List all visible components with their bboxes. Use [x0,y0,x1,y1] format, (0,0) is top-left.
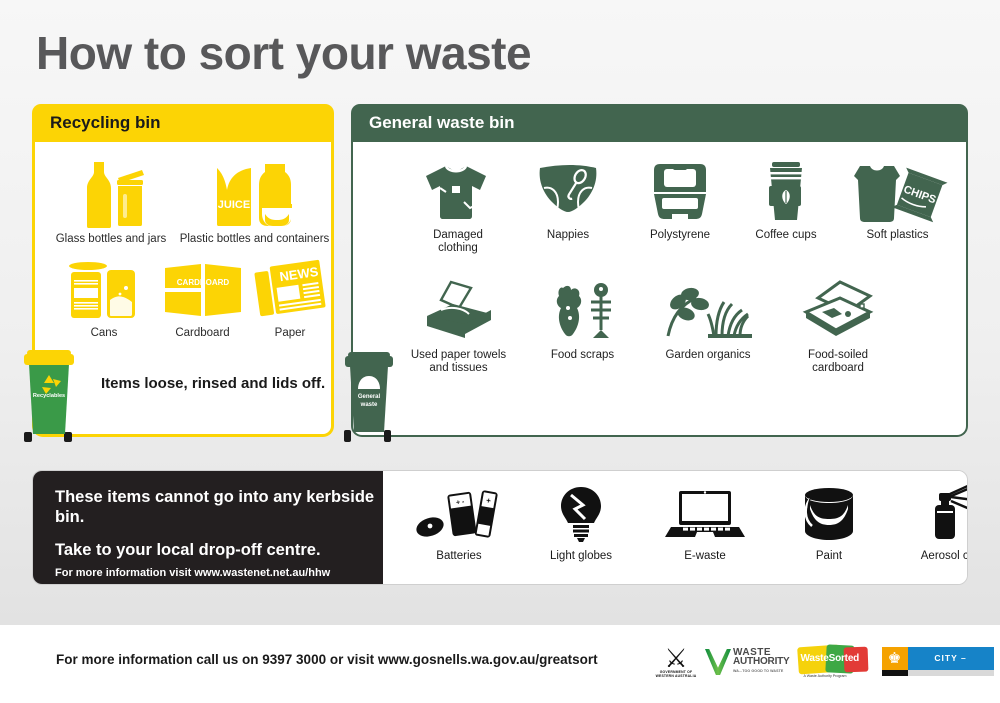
recycling-item-label: Plastic bottles and containers [179,233,330,245]
wa-government-logo: ⚔ GOVERNMENT OF WESTERN AUSTRALIA [655,642,697,679]
recycling-note: Items loose, rinsed and lids off. [101,375,326,392]
waste-authority-logo: WASTE AUTHORITY WA...TOO GOOD TO WASTE [705,648,790,677]
recycling-panel-header: Recycling bin [32,104,334,142]
gosnells-wordmark: CITY – GOSNELLS [907,647,994,686]
batteries-icon: + - + [399,481,519,545]
drop-off-line3: For more information visit www.wastenet.… [55,567,331,579]
general-waste-bin-panel: General waste bin Damaged clothing Nappi… [351,104,968,439]
polystyrene-container-icon [625,152,735,224]
food-soiled-pizza-box-icon [773,272,903,344]
general-item-label: Coffee cups [755,229,817,241]
recycling-item-plastic: JUICE Plastic bottles and containers [177,156,332,246]
tissue-box-icon [391,272,526,344]
dropoff-item-label: E-waste [684,550,726,562]
plastic-bottle-and-juice-carton-icon: JUICE [177,156,332,228]
general-item-nappies: Nappies [513,152,623,242]
soft-plastics-icon: CHIPS [835,152,960,224]
general-item-label: Garden organics [665,349,751,361]
footer-contact-text: For more information call us on 9397 300… [56,652,598,667]
waste-authority-line2: AUTHORITY [733,656,790,668]
drop-off-line1: These items cannot go into any kerbside … [55,488,375,526]
wastesorted-tagline: A Waste Authority Program [803,674,847,678]
waste-authority-tagline: WA...TOO GOOD TO WASTE [733,668,784,673]
general-item-clothing: Damaged clothing [403,152,513,255]
dropoff-item-label: Aerosol cans [920,550,967,562]
city-of-gosnells-logo: ♚ CITY – GOSNELLS [881,647,994,686]
paint-tin-icon [769,481,889,545]
food-scraps-icon [525,272,640,344]
nappies-icon [513,152,623,224]
recycling-item-label: Paper [274,327,306,339]
gosnells-crest-icon: ♚ [881,647,908,670]
dropoff-item-label: Paint [815,550,843,562]
general-item-garden-organics: Garden organics [643,272,773,362]
dropoff-item-label: Batteries [436,550,482,562]
drop-off-line2: Take to your local drop-off centre. [55,541,321,559]
waste-sorting-poster: How to sort your waste Recycling bin Gla… [0,0,1000,703]
laptop-ewaste-icon [641,481,769,545]
recycling-item-cardboard: CARDBOARD Cardboard [150,250,255,340]
cardboard-text: CARDBOARD [176,278,229,287]
dropoff-item-ewaste: E-waste [641,481,769,563]
recycling-item-cans: Cans [49,250,159,340]
cardboard-box-icon: CARDBOARD [150,250,255,322]
drop-off-items: + - + Batteries Light globes E-waste Pai… [383,471,967,584]
aerosol-can-icon [889,481,967,545]
general-item-paper-towels: Used paper towels and tissues [391,272,526,375]
juice-carton-text: JUICE [217,199,249,211]
general-item-label: Food-soiled cardboard [807,349,869,374]
glass-bottle-and-jar-icon [41,156,181,228]
gosnells-black-bar [881,670,908,676]
general-item-label: Nappies [546,229,590,241]
general-item-label: Food scraps [550,349,615,361]
general-bin-label-line2: waste [360,402,378,408]
waste-authority-v-icon [705,649,731,675]
wastesorted-wordmark: WasteSorted [800,653,860,664]
recycling-item-label: Glass bottles and jars [55,233,167,245]
recycling-bin-label: Recyclables [33,393,65,399]
general-item-label: Damaged clothing [433,229,483,254]
recycling-item-paper: NEWS Paper [245,250,335,340]
dropoff-item-aerosol: Aerosol cans [889,481,967,563]
garden-organics-icon [643,272,773,344]
wa-gov-line2: WESTERN AUSTRALIA [655,674,697,678]
dropoff-item-batteries: + - + Batteries [399,481,519,563]
page-title: How to sort your waste [36,27,532,79]
general-item-label: Soft plastics [866,229,929,241]
drop-off-strip: These items cannot go into any kerbside … [32,470,968,585]
footer-logos: ⚔ GOVERNMENT OF WESTERN AUSTRALIA WASTE … [655,642,994,686]
damaged-clothing-icon [403,152,513,224]
recycling-item-label: Cardboard [175,327,230,339]
drop-off-message-box: These items cannot go into any kerbside … [33,471,383,584]
dropoff-item-paint: Paint [769,481,889,563]
general-item-coffee-cups: Coffee cups [731,152,841,242]
general-bin-label-line1: General [358,394,381,400]
general-item-food-scraps: Food scraps [525,272,640,362]
newspaper-icon: NEWS [245,250,335,322]
dropoff-item-label: Light globes [549,550,613,562]
fish-bone-icon [590,283,611,338]
general-item-food-soiled-cardboard: Food-soiled cardboard [773,272,903,375]
wa-state-crest-icon: ⚔ [664,642,688,673]
recycling-item-label: Cans [90,327,118,339]
coffee-cup-icon [731,152,841,224]
general-panel-body: Damaged clothing Nappies Polystyrene Cof… [351,142,968,437]
recycling-item-glass: Glass bottles and jars [41,156,181,246]
dropoff-item-light-globes: Light globes [521,481,641,563]
general-item-polystyrene: Polystyrene [625,152,735,242]
light-globe-icon [521,481,641,545]
gosnells-grey-bar [907,670,994,676]
general-item-label: Used paper towels and tissues [410,349,507,374]
general-panel-header: General waste bin [351,104,968,142]
general-item-label: Polystyrene [649,229,711,241]
recycling-wheelie-bin-graphic: Recyclables [18,344,80,442]
svg-text:+ -: + - [456,498,466,506]
general-item-soft-plastics: CHIPS Soft plastics [835,152,960,242]
wastesorted-logo: WasteSorted A Waste Authority Program [796,644,874,679]
general-waste-wheelie-bin-graphic: General waste [340,344,398,442]
cans-icon [49,250,159,322]
